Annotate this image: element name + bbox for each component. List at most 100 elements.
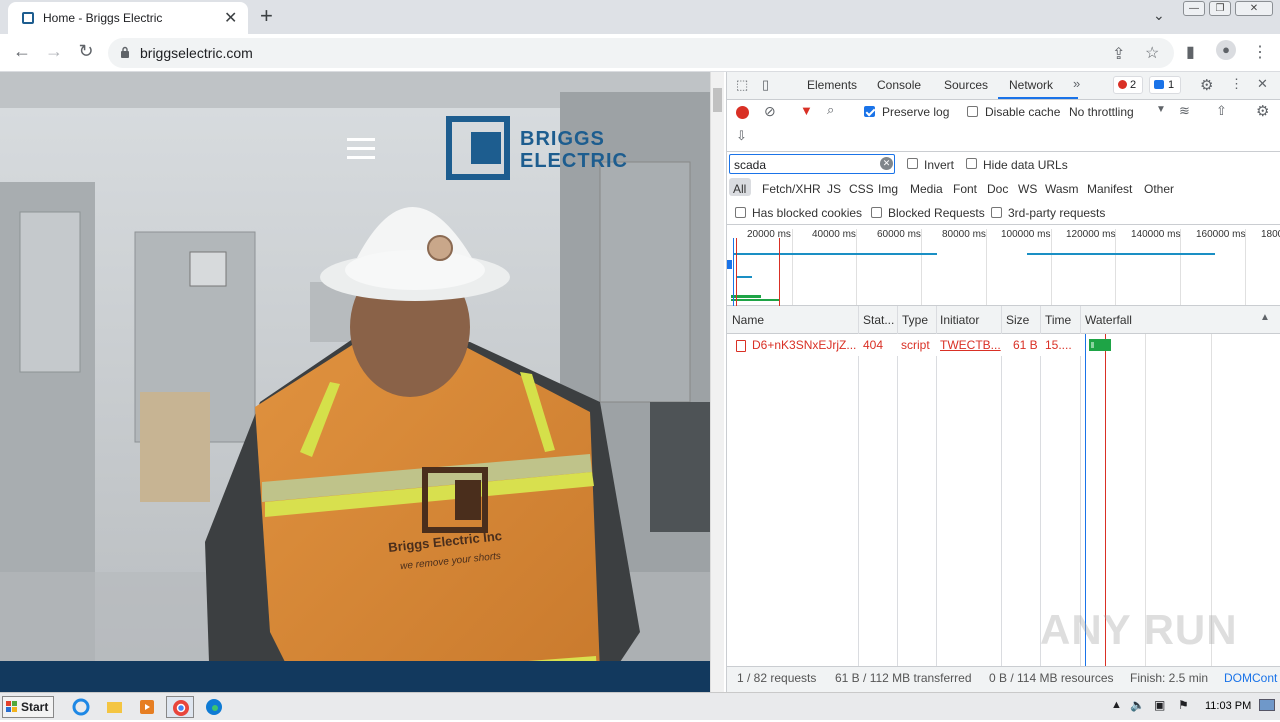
disable-cache-checkbox[interactable]	[967, 106, 978, 117]
restore-button[interactable]: ❐	[1209, 1, 1231, 16]
download-icon[interactable]: ⇩	[736, 128, 747, 144]
record-icon[interactable]	[736, 106, 749, 119]
back-icon[interactable]: ←	[10, 41, 34, 62]
overview-bars	[727, 238, 1215, 306]
throttling-select[interactable]: No throttling	[1069, 105, 1134, 119]
reload-icon[interactable]: ↻	[74, 41, 98, 62]
third-party-label: 3rd-party requests	[1008, 206, 1106, 220]
scroll-thumb[interactable]	[713, 88, 722, 112]
message-count-badge[interactable]: 1	[1149, 76, 1181, 94]
close-window-button[interactable]: ✕	[1235, 1, 1273, 16]
filter-ws[interactable]: WS	[1018, 182, 1037, 196]
taskbar-clock[interactable]: 11:03 PM	[1205, 700, 1251, 712]
logo-text-line2: ELECTRIC	[520, 150, 628, 172]
row-initiator[interactable]: TWECTB...	[940, 338, 1001, 352]
network-tray-icon[interactable]: ▣	[1154, 698, 1165, 712]
inspect-element-icon[interactable]: ⬚	[736, 77, 748, 93]
volume-icon[interactable]: 🔈	[1130, 698, 1145, 712]
show-desktop-icon[interactable]	[1259, 699, 1275, 711]
error-count-badge[interactable]: 2	[1113, 76, 1143, 94]
network-conditions-icon[interactable]: ≋	[1179, 103, 1190, 119]
action-center-flag-icon[interactable]: ⚑	[1178, 698, 1189, 712]
more-tabs-icon[interactable]: »	[1073, 76, 1080, 91]
row-size: 61 B	[1013, 338, 1038, 352]
hide-data-urls-checkbox[interactable]	[966, 158, 977, 169]
status-requests: 1 / 82 requests	[737, 671, 817, 685]
network-settings-gear-icon[interactable]: ⚙	[1256, 102, 1269, 120]
filter-manifest[interactable]: Manifest	[1087, 182, 1132, 196]
search-icon[interactable]: ⌕	[827, 102, 834, 118]
tab-sources[interactable]: Sources	[944, 78, 988, 92]
bookmark-star-icon[interactable]: ☆	[1145, 43, 1159, 63]
device-toolbar-icon[interactable]: ▯	[762, 77, 769, 93]
internet-explorer-icon[interactable]	[67, 696, 95, 718]
minimize-button[interactable]: —	[1183, 1, 1205, 16]
page-scrollbar[interactable]	[710, 72, 724, 692]
settings-gear-icon[interactable]: ⚙	[1200, 76, 1213, 94]
filter-img[interactable]: Img	[878, 182, 898, 196]
filter-other[interactable]: Other	[1144, 182, 1174, 196]
favicon-icon	[22, 12, 34, 24]
invert-checkbox[interactable]	[907, 158, 918, 169]
sort-ascending-icon[interactable]: ▲	[1260, 312, 1270, 323]
tab-elements[interactable]: Elements	[807, 78, 857, 92]
menu-kebab-icon[interactable]: ⋮	[1252, 42, 1268, 62]
row-name[interactable]: D6+nK3SNxEJrjZ...	[752, 338, 856, 352]
filter-doc[interactable]: Doc	[987, 182, 1008, 196]
disable-cache-label: Disable cache	[985, 105, 1061, 119]
new-tab-button[interactable]: +	[260, 3, 273, 29]
third-party-checkbox[interactable]	[991, 207, 1002, 218]
devtools-menu-icon[interactable]: ⋮	[1230, 76, 1243, 92]
share-icon[interactable]: ⇪	[1112, 44, 1125, 64]
column-header-type[interactable]: Type	[902, 313, 928, 327]
column-separator	[1001, 306, 1002, 666]
chrome-taskbar-icon[interactable]	[166, 696, 194, 718]
has-blocked-cookies-checkbox[interactable]	[735, 207, 746, 218]
filter-all[interactable]: All	[733, 182, 746, 196]
address-bar[interactable]: briggselectric.com ⇪ ☆	[108, 38, 1174, 68]
filter-css[interactable]: CSS	[849, 182, 874, 196]
close-tab-icon[interactable]: ✕	[224, 8, 237, 28]
hamburger-menu-icon[interactable]	[340, 130, 382, 166]
file-explorer-icon[interactable]	[100, 696, 128, 718]
filter-media[interactable]: Media	[910, 182, 943, 196]
filter-font[interactable]: Font	[953, 182, 977, 196]
tray-expand-icon[interactable]: ▲	[1111, 699, 1122, 711]
profile-icon[interactable]: ●	[1216, 40, 1236, 60]
column-header-name[interactable]: Name	[732, 313, 764, 327]
column-separator	[858, 306, 859, 666]
filter-input[interactable]: scada ✕	[729, 154, 895, 174]
browser-tab[interactable]: Home - Briggs Electric ✕	[8, 2, 248, 34]
status-transferred: 61 B / 112 MB transferred	[835, 671, 972, 685]
url-text: briggselectric.com	[140, 45, 253, 61]
row-type: script	[901, 338, 930, 352]
upload-icon[interactable]: ⇧	[1216, 103, 1227, 119]
message-count: 1	[1168, 79, 1175, 91]
filter-icon[interactable]: ▼	[800, 103, 813, 118]
start-button[interactable]: Start	[2, 696, 54, 718]
column-header-size[interactable]: Size	[1006, 313, 1029, 327]
devtools-tabbar: ⬚ ▯ Elements Console Sources Network » 2…	[727, 72, 1280, 100]
close-devtools-icon[interactable]: ✕	[1257, 76, 1268, 92]
clear-icon[interactable]: ⊘	[764, 103, 776, 120]
filter-js[interactable]: JS	[827, 182, 841, 196]
edge-icon[interactable]	[200, 696, 228, 718]
column-header-initiator[interactable]: Initiator	[940, 313, 979, 327]
column-header-status[interactable]: Stat...	[863, 313, 894, 327]
tab-console[interactable]: Console	[877, 78, 921, 92]
blocked-requests-checkbox[interactable]	[871, 207, 882, 218]
browser-toolbar: ← → ↻ briggselectric.com ⇪ ☆ ▮ ● ⋮	[0, 34, 1280, 72]
preserve-log-checkbox[interactable]	[864, 106, 875, 117]
row-time: 15....	[1045, 338, 1072, 352]
forward-icon[interactable]: →	[42, 41, 66, 62]
chevron-down-icon[interactable]: ▼	[1156, 104, 1166, 115]
tab-network[interactable]: Network	[1009, 78, 1053, 92]
side-panel-icon[interactable]: ▮	[1186, 42, 1195, 62]
column-header-time[interactable]: Time	[1045, 313, 1071, 327]
filter-fetch-xhr[interactable]: Fetch/XHR	[762, 182, 821, 196]
column-header-waterfall[interactable]: Waterfall	[1085, 313, 1132, 327]
clear-filter-icon[interactable]: ✕	[880, 157, 893, 170]
media-player-icon[interactable]	[133, 696, 161, 718]
tab-search-icon[interactable]: ⌄	[1153, 7, 1165, 24]
filter-wasm[interactable]: Wasm	[1045, 182, 1079, 196]
